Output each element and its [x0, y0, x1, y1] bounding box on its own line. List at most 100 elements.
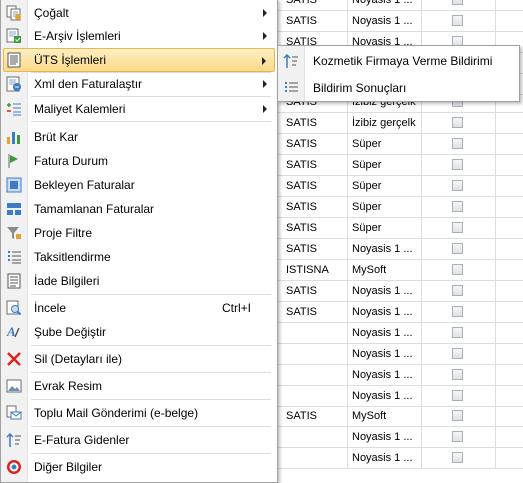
type-cell — [282, 427, 348, 447]
menu-item-xml[interactable]: Xml den Faturalaştır — [3, 72, 275, 96]
type-cell: SATIS — [282, 11, 348, 31]
provider-cell: Süper — [348, 218, 422, 238]
checkbox-cell — [422, 0, 496, 10]
uts-submenu: Kozmetik Firmaya Verme Bildirimi Bildiri… — [277, 45, 520, 102]
menu-item-iade[interactable]: İade Bilgileri — [3, 269, 275, 293]
row-checkbox[interactable] — [452, 390, 463, 401]
archive-icon — [6, 28, 22, 44]
row-checkbox[interactable] — [452, 327, 463, 338]
checkbox-cell — [422, 113, 496, 133]
document-list-icon — [6, 52, 22, 68]
provider-cell: MySoft — [348, 260, 422, 280]
menu-item-label: Diğer Bilgiler — [34, 460, 103, 474]
menu-item-bekleyen[interactable]: Bekleyen Faturalar — [3, 173, 275, 197]
checkbox-cell — [422, 386, 496, 406]
provider-cell: Noyasis 1 ... — [348, 365, 422, 385]
submenu-item-bildirim-sonuclari[interactable]: Bildirim Sonuçları — [280, 76, 518, 100]
row-checkbox[interactable] — [452, 0, 463, 5]
cost-items-icon — [6, 101, 22, 117]
menu-item-proje-filtre[interactable]: Proje Filtre — [3, 221, 275, 245]
menu-item-label: E-Arşiv İşlemleri — [34, 29, 121, 43]
row-checkbox[interactable] — [452, 180, 463, 191]
checkbox-cell — [422, 365, 496, 385]
provider-cell: Noyasis 1 ... — [348, 427, 422, 447]
row-checkbox[interactable] — [452, 264, 463, 275]
menu-item-e-fatura-gidenler[interactable]: E-Fatura Gidenler — [3, 428, 275, 452]
menu-item-label: Xml den Faturalaştır — [34, 77, 143, 91]
flag-icon — [6, 153, 22, 169]
menu-item-sube-degistir[interactable]: A Şube Değiştir — [3, 320, 275, 344]
sort-arrows-icon — [283, 53, 299, 69]
type-cell: ISTISNA — [282, 260, 348, 280]
row-checkbox[interactable] — [452, 15, 463, 26]
menu-item-cogalt[interactable]: Çoğalt — [3, 1, 275, 25]
menu-item-label: Toplu Mail Gönderimi (e-belge) — [34, 406, 199, 420]
grid-icon — [6, 201, 22, 217]
inspect-icon — [6, 300, 22, 316]
menu-item-label: Proje Filtre — [34, 226, 93, 240]
row-checkbox[interactable] — [452, 348, 463, 359]
checkbox-cell — [422, 155, 496, 175]
provider-cell: İzibiz gerçelk — [348, 113, 422, 133]
menu-item-fatura-durum[interactable]: Fatura Durum — [3, 149, 275, 173]
menu-item-maliyet[interactable]: Maliyet Kalemleri — [3, 97, 275, 121]
checkbox-cell — [422, 323, 496, 343]
menu-item-e-arsiv[interactable]: E-Arşiv İşlemleri — [3, 24, 275, 48]
menu-item-label: Maliyet Kalemleri — [34, 102, 126, 116]
menu-item-label: Bekleyen Faturalar — [34, 178, 135, 192]
menu-separator — [31, 345, 271, 346]
type-cell — [282, 365, 348, 385]
type-cell: SATIS — [282, 197, 348, 217]
submenu-arrow-icon — [262, 57, 266, 65]
row-checkbox[interactable] — [452, 369, 463, 380]
row-checkbox[interactable] — [452, 285, 463, 296]
menu-item-brut-kar[interactable]: Brüt Kar — [3, 125, 275, 149]
row-checkbox[interactable] — [452, 222, 463, 233]
row-checkbox[interactable] — [452, 243, 463, 254]
menu-item-tamamlanan[interactable]: Tamamlanan Faturalar — [3, 197, 275, 221]
row-checkbox[interactable] — [452, 410, 463, 421]
row-checkbox[interactable] — [452, 201, 463, 212]
checkbox-cell — [422, 176, 496, 196]
row-checkbox[interactable] — [452, 452, 463, 463]
submenu-arrow-icon — [263, 105, 267, 113]
menu-item-label: Taksitlendirme — [34, 250, 111, 264]
bar-chart-icon — [6, 129, 22, 145]
checkbox-cell — [422, 11, 496, 31]
submenu-arrow-icon — [263, 32, 267, 40]
list-icon — [283, 80, 299, 96]
menu-item-toplu-mail[interactable]: Toplu Mail Gönderimi (e-belge) — [3, 401, 275, 425]
checkbox-cell — [422, 448, 496, 468]
outgoing-sort-icon — [6, 432, 22, 448]
submenu-item-kozmetik[interactable]: Kozmetik Firmaya Verme Bildirimi — [280, 49, 518, 73]
menu-item-uts[interactable]: ÜTS İşlemleri — [3, 48, 275, 72]
menu-item-sil[interactable]: Sil (Detayları ile) — [3, 347, 275, 371]
menu-item-label: Sil (Detayları ile) — [34, 352, 123, 366]
checkbox-cell — [422, 281, 496, 301]
row-checkbox[interactable] — [452, 306, 463, 317]
menu-item-taksitlendirme[interactable]: Taksitlendirme — [3, 245, 275, 269]
provider-cell: MySoft — [348, 406, 422, 426]
type-cell: SATIS — [282, 302, 348, 322]
image-icon — [6, 378, 22, 394]
row-checkbox[interactable] — [452, 159, 463, 170]
menu-item-incele[interactable]: İncele Ctrl+I — [3, 296, 275, 320]
menu-item-label: Şube Değiştir — [34, 325, 107, 339]
checkbox-cell — [422, 302, 496, 322]
mail-icon — [6, 405, 22, 421]
menu-item-diger-bilgiler[interactable]: Diğer Bilgiler — [3, 455, 275, 479]
checkbox-cell — [422, 197, 496, 217]
provider-cell: Noyasis 1 ... — [348, 448, 422, 468]
return-doc-icon — [6, 273, 22, 289]
submenu-item-label: Kozmetik Firmaya Verme Bildirimi — [313, 54, 493, 68]
type-cell: SATIS — [282, 281, 348, 301]
menu-item-label: E-Fatura Gidenler — [34, 433, 130, 447]
branch-change-icon: A — [6, 324, 22, 340]
row-checkbox[interactable] — [452, 138, 463, 149]
provider-cell: Süper — [348, 197, 422, 217]
checkbox-cell — [422, 344, 496, 364]
row-checkbox[interactable] — [452, 117, 463, 128]
menu-separator — [31, 426, 271, 427]
menu-item-evrak-resim[interactable]: Evrak Resim — [3, 374, 275, 398]
row-checkbox[interactable] — [452, 431, 463, 442]
